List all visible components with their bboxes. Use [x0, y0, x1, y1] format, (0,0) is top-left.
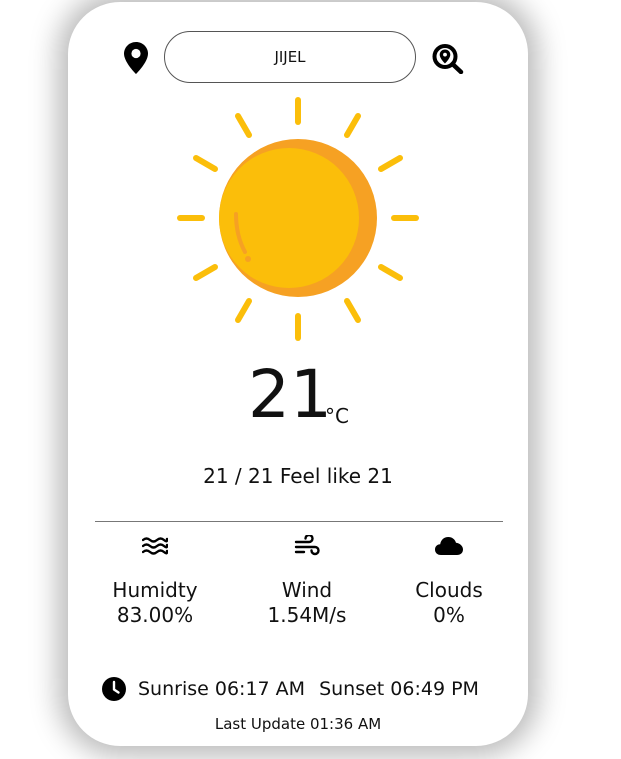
temperature-unit: °C: [325, 404, 349, 428]
humidity-waves-icon: [142, 537, 168, 555]
cloud-icon: [435, 536, 463, 556]
map-pin-icon[interactable]: [124, 42, 148, 78]
feels-like-text: 21 / 21 Feel like 21: [203, 464, 393, 488]
wind-icon: [294, 535, 320, 557]
sunset-time: Sunset 06:49 PM: [319, 678, 479, 700]
clouds-stat: Clouds 0%: [379, 530, 519, 628]
last-update-text: Last Update 01:36 AM: [214, 715, 382, 733]
humidity-label: Humidty: [112, 578, 198, 602]
clouds-label: Clouds: [415, 578, 483, 602]
wind-stat: Wind 1.54M/s: [237, 530, 377, 628]
search-location-icon[interactable]: [432, 44, 464, 78]
humidity-value: 83.00%: [116, 603, 194, 627]
divider: [95, 521, 503, 522]
sunrise-time: Sunrise 06:17 AM: [138, 678, 306, 700]
clock-icon: [102, 677, 126, 701]
sun-times: Sunrise 06:17 AM Sunset 06:49 PM: [102, 675, 479, 703]
city-search-input[interactable]: [164, 31, 416, 83]
wind-label: Wind: [281, 578, 333, 602]
weather-card: 21 °C 21 / 21 Feel like 21 Humidty 83.00…: [68, 2, 528, 746]
sun-icon: [176, 96, 422, 346]
humidity-stat: Humidty 83.00%: [85, 530, 225, 628]
temperature-value: 21: [248, 356, 332, 433]
wind-value: 1.54M/s: [267, 603, 347, 627]
clouds-value: 0%: [433, 603, 465, 627]
